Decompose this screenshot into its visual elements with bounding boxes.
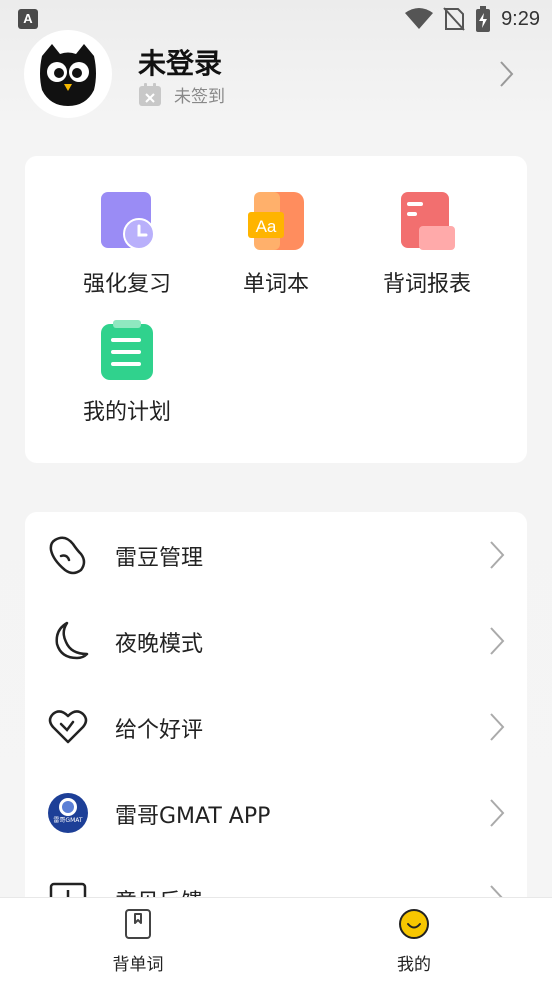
- bean-icon: [49, 536, 86, 575]
- quick-action-plan[interactable]: 我的计划: [52, 320, 202, 426]
- quick-action-label: 单词本: [242, 272, 309, 297]
- menu-item-label: 雷哥GMAT APP: [115, 804, 271, 829]
- tab-wordcards[interactable]: 背单词: [0, 898, 276, 983]
- settings-menu-card: 雷豆管理 夜晚模式 给个好评 雷哥GMAT 雷哥GMAT APP 意见反馈: [25, 512, 527, 932]
- status-indicators: 9:29: [405, 6, 540, 32]
- quick-action-wordbook[interactable]: Aa 单词本: [201, 192, 351, 298]
- app-notification-icon: A: [18, 9, 38, 29]
- battery-charging-icon: [476, 6, 491, 32]
- quick-action-report[interactable]: 背词报表: [352, 192, 502, 298]
- profile-header[interactable]: 未登录 未签到: [24, 30, 528, 120]
- quick-action-review[interactable]: 强化复习: [52, 192, 202, 298]
- checkin-status[interactable]: 未签到: [138, 82, 225, 107]
- quick-action-label: 背词报表: [382, 272, 471, 297]
- checkin-label: 未签到: [174, 87, 225, 107]
- smiley-icon: [399, 909, 429, 939]
- plan-clipboard-icon: [97, 320, 157, 380]
- review-clock-icon: [97, 192, 157, 252]
- menu-item-night-mode[interactable]: 夜晚模式: [25, 598, 527, 684]
- chevron-right-icon: [490, 799, 505, 827]
- menu-item-rate[interactable]: 给个好评: [25, 684, 527, 770]
- profile-name: 未登录: [138, 47, 223, 80]
- quick-action-label: 我的计划: [82, 400, 171, 425]
- tab-label: 我的: [397, 955, 431, 975]
- menu-item-label: 给个好评: [115, 718, 204, 743]
- quick-actions-card: 强化复习 Aa 单词本 背词报表 我的计划: [25, 156, 527, 463]
- chevron-right-icon: [490, 541, 505, 569]
- status-time: 9:29: [501, 7, 540, 30]
- svg-text:雷哥GMAT: 雷哥GMAT: [53, 817, 82, 824]
- tab-label: 背单词: [112, 955, 164, 975]
- menu-item-gmat-app[interactable]: 雷哥GMAT 雷哥GMAT APP: [25, 770, 527, 856]
- chevron-right-icon[interactable]: [498, 60, 514, 88]
- leige-gmat-logo: 雷哥GMAT: [48, 793, 88, 833]
- moon-icon: [55, 621, 89, 660]
- wifi-icon: [405, 8, 434, 29]
- chevron-right-icon: [490, 627, 505, 655]
- wordcard-icon: [125, 909, 151, 939]
- menu-item-label: 夜晚模式: [115, 632, 204, 657]
- no-sim-icon: [443, 7, 465, 31]
- quick-action-label: 强化复习: [82, 272, 171, 297]
- calendar-icon: [139, 82, 161, 106]
- heart-icon: [48, 710, 88, 744]
- tab-mine[interactable]: 我的: [276, 898, 552, 983]
- chevron-right-icon: [490, 713, 505, 741]
- report-icon: [397, 192, 457, 252]
- svg-text:Aa: Aa: [256, 217, 277, 236]
- menu-item-bean[interactable]: 雷豆管理: [25, 512, 527, 598]
- bottom-tab-bar: 背单词 我的: [0, 897, 552, 983]
- owl-avatar[interactable]: [24, 30, 112, 118]
- menu-item-label: 雷豆管理: [115, 546, 204, 571]
- wordbook-icon: Aa: [246, 192, 306, 252]
